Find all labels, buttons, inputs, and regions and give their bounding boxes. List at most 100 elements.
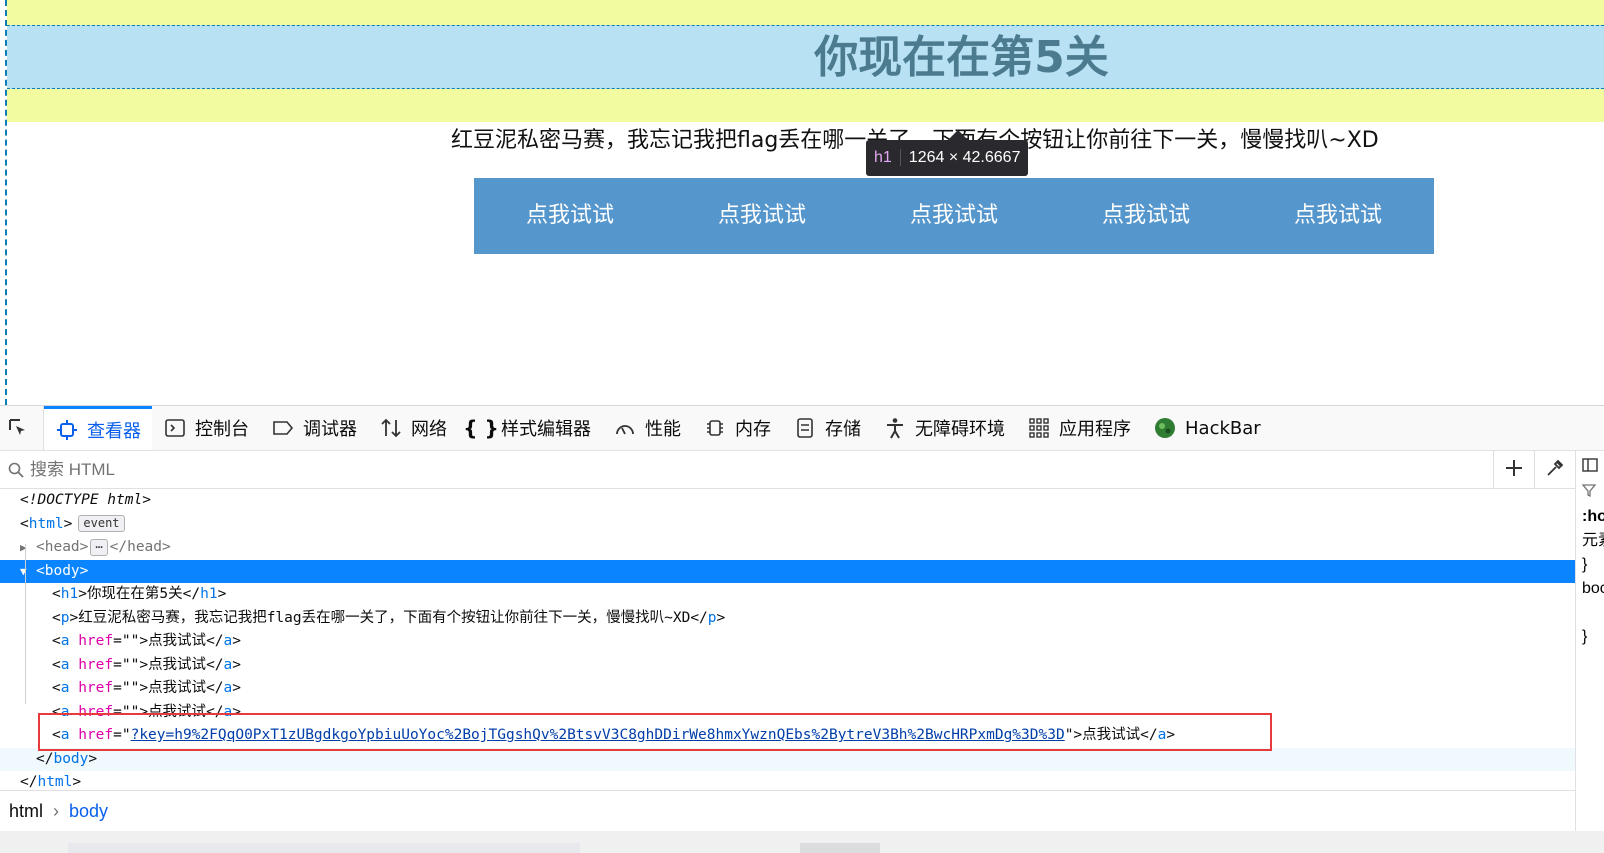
element-size-tooltip: h1 1264 × 42.6667 xyxy=(866,140,1029,176)
tree-node-h1[interactable]: <h1>你现在在第5关</h1> xyxy=(0,583,1575,607)
tree-doctype[interactable]: <!DOCTYPE html> xyxy=(0,489,1575,513)
devtools-toolbar: 查看器 控制台 调试器 网络 { } 样式编辑器 性能 内存 存储 无障碍环境 … xyxy=(0,406,1604,451)
tab-label: 调试器 xyxy=(303,419,357,440)
next-level-button-3[interactable]: 点我试试 xyxy=(858,178,1050,254)
page-viewport: 你现在在第5关 红豆泥私密马赛，我忘记我把flag丢在哪一关了，下面有个按钮让你… xyxy=(0,0,1604,405)
inspector-icon xyxy=(55,418,79,442)
style-editor-icon: { } xyxy=(463,416,499,440)
tab-label: 样式编辑器 xyxy=(501,419,591,440)
tree-indent-guide xyxy=(25,544,26,704)
doctype-text: <!DOCTYPE html> xyxy=(20,492,151,508)
tree-node-body[interactable]: ▼ <body> xyxy=(0,559,1575,584)
application-icon xyxy=(1027,416,1051,440)
html-tag-name: html xyxy=(28,515,64,532)
eyedropper-icon xyxy=(1546,459,1564,481)
tab-label: 性能 xyxy=(645,419,681,440)
tree-node-p[interactable]: <p>红豆泥私密马赛，我忘记我把flag丢在哪一关了，下面有个按钮让你前往下一关… xyxy=(0,607,1575,631)
memory-icon xyxy=(703,416,727,440)
tooltip-arrow xyxy=(948,130,968,140)
storage-icon xyxy=(793,416,817,440)
plus-icon xyxy=(1505,459,1523,481)
tab-hackbar[interactable]: HackBar xyxy=(1142,406,1272,450)
tab-label: 应用程序 xyxy=(1059,419,1131,440)
tab-inspector[interactable]: 查看器 xyxy=(44,406,152,450)
next-level-button-4[interactable]: 点我试试 xyxy=(1050,178,1242,254)
html-close-tag: html xyxy=(37,774,73,790)
tab-network[interactable]: 网络 xyxy=(368,406,458,450)
tab-debugger[interactable]: 调试器 xyxy=(260,406,368,450)
collapse-arrow-icon[interactable]: ▼ xyxy=(20,560,36,584)
tab-storage[interactable]: 存储 xyxy=(782,406,872,450)
h1-content-overlay: 你现在在第5关 xyxy=(7,25,1604,89)
body-tag-name: body xyxy=(44,562,80,579)
accessibility-icon xyxy=(883,416,907,440)
horizontal-scrollbar[interactable] xyxy=(0,831,1604,853)
page-heading: 你现在在第5关 xyxy=(814,32,1109,83)
tooltip-size: 1264 × 42.6667 xyxy=(908,149,1021,166)
tree-node-head[interactable]: ▶ <head> ⋯ </head> xyxy=(0,536,1575,560)
tree-node-a[interactable]: <a href="">点我试试</a> xyxy=(0,654,1575,678)
tab-performance[interactable]: 性能 xyxy=(602,406,692,450)
hackbar-icon xyxy=(1153,416,1177,440)
tab-console[interactable]: 控制台 xyxy=(152,406,260,450)
tab-label: 网络 xyxy=(411,419,447,440)
element-picker-button[interactable] xyxy=(0,406,44,450)
pseudo-class-toggle[interactable]: :ho xyxy=(1576,505,1604,529)
rule-body: boc xyxy=(1582,580,1604,597)
tab-label: 控制台 xyxy=(195,419,249,440)
rule-close: } xyxy=(1582,556,1588,573)
breadcrumb: html › body xyxy=(0,790,1575,831)
debugger-icon xyxy=(271,416,295,440)
devtools-panel: 查看器 控制台 调试器 网络 { } 样式编辑器 性能 内存 存储 无障碍环境 … xyxy=(0,405,1604,853)
html-search-bar xyxy=(0,451,1575,489)
body-close-tag: body xyxy=(53,750,89,767)
add-node-button[interactable] xyxy=(1493,451,1534,488)
tree-node-a[interactable]: <a href="">点我试试</a> xyxy=(0,677,1575,701)
a-text-node: 点我试试 xyxy=(148,633,207,649)
network-icon xyxy=(379,416,403,440)
tab-accessibility[interactable]: 无障碍环境 xyxy=(872,406,1016,450)
tab-label: 存储 xyxy=(825,419,861,440)
tab-label: 查看器 xyxy=(87,420,141,442)
tree-node-a[interactable]: <a href="">点我试试</a> xyxy=(0,630,1575,654)
toggle-pane-icon[interactable] xyxy=(1576,457,1604,481)
p-text-node: 红豆泥私密马赛，我忘记我把flag丢在哪一关了，下面有个按钮让你前往下一关，慢慢… xyxy=(78,609,691,626)
eyedropper-button[interactable] xyxy=(1534,451,1575,488)
tooltip-tag: h1 xyxy=(874,149,901,166)
search-icon xyxy=(8,462,24,478)
tab-memory[interactable]: 内存 xyxy=(692,406,782,450)
html-search-input[interactable] xyxy=(28,458,1493,481)
a-text-node: 点我试试 xyxy=(148,680,207,696)
rule-close-2: } xyxy=(1582,628,1588,645)
layout-guide-line xyxy=(5,0,7,405)
button-bar: 点我试试 点我试试 点我试试 点我试试 点我试试 xyxy=(474,178,1434,254)
next-level-button-2[interactable]: 点我试试 xyxy=(666,178,858,254)
chevron-right-icon: › xyxy=(53,800,60,821)
next-level-button-5[interactable]: 点我试试 xyxy=(1242,178,1434,254)
tab-label: 内存 xyxy=(735,419,771,440)
filter-icon[interactable] xyxy=(1576,481,1604,505)
tab-label: 无障碍环境 xyxy=(915,419,1005,440)
key-link-highlight-box xyxy=(38,713,1272,751)
rule-element: 元素 xyxy=(1582,532,1604,549)
element-picker-icon xyxy=(6,416,30,440)
next-level-button-1[interactable]: 点我试试 xyxy=(474,178,666,254)
console-icon xyxy=(163,416,187,440)
head-close-tag: head xyxy=(127,539,163,555)
tab-application[interactable]: 应用程序 xyxy=(1016,406,1142,450)
collapsed-ellipsis-icon[interactable]: ⋯ xyxy=(90,538,108,556)
event-badge[interactable]: event xyxy=(78,515,125,532)
expand-arrow-icon[interactable]: ▶ xyxy=(20,536,36,560)
breadcrumb-html[interactable]: html xyxy=(9,801,43,822)
h1-text-node: 你现在在第5关 xyxy=(86,586,183,602)
head-tag-name: head xyxy=(44,539,80,555)
tab-label: HackBar xyxy=(1185,417,1261,439)
tree-node-html[interactable]: <html> event xyxy=(0,513,1575,537)
breadcrumb-body[interactable]: body xyxy=(69,801,108,822)
performance-icon xyxy=(613,416,637,440)
tab-style-editor[interactable]: { } 样式编辑器 xyxy=(458,406,602,450)
tree-node-body-close[interactable]: </body> xyxy=(0,747,1575,771)
a-text-node: 点我试试 xyxy=(148,656,207,673)
rule-blank xyxy=(1576,601,1604,625)
rules-side-pane: :ho 元素 } boc } xyxy=(1575,451,1604,831)
